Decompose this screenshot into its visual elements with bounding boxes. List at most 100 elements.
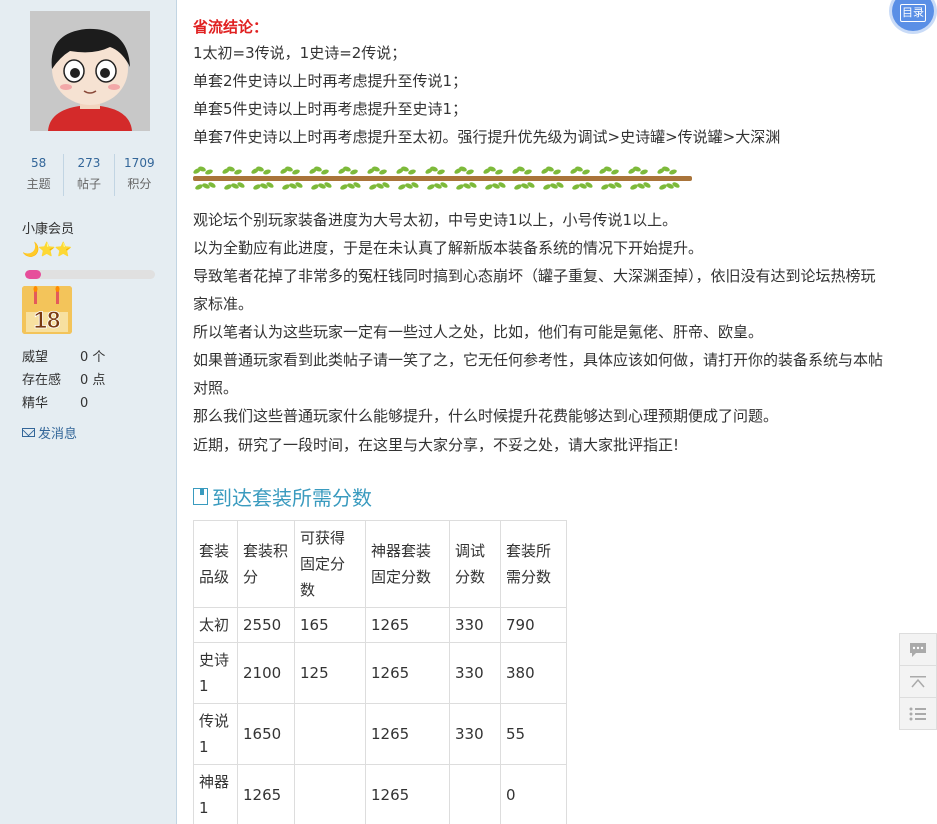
table-cell: 1265: [237, 764, 295, 824]
level-progress-fill: [25, 270, 41, 279]
list-button[interactable]: [899, 697, 937, 730]
table-row: 传说 1 1650 1265 330 55: [193, 703, 567, 765]
table-cell: 太初: [193, 607, 238, 643]
body-line: 对照。: [193, 379, 239, 397]
table-cell: 1265: [365, 764, 450, 824]
vine-leaf: [630, 184, 638, 190]
info-key: 存在感: [22, 373, 62, 388]
body-line: 近期，研究了一段时间，在这里与大家分享，不妥之处，请大家批评指正!: [193, 436, 680, 454]
table-cell: 0: [500, 764, 567, 824]
conclusion-line: 1太初=3传说，1史诗=2传说；: [193, 44, 407, 62]
vine-leaf: [224, 184, 232, 190]
vine-leaf: [514, 184, 522, 190]
table-cell: [294, 703, 366, 765]
comment-icon: [910, 642, 926, 657]
vine-leaf: [311, 184, 319, 190]
info-value: 0: [80, 396, 89, 411]
body-line: 以为全勤应有此进度，于是在未认真了解新版本装备系统的情况下开始提升。: [193, 239, 704, 257]
conclusion-line: 单套7件史诗以上时再考虑提升至太初。强行提升优先级为调试>史诗罐>传说罐>大深渊: [193, 128, 781, 146]
vine-leaf: [456, 184, 464, 190]
table-cell: 传说 1: [193, 703, 238, 765]
vine-leaf: [572, 184, 580, 190]
table-cell: 1265: [365, 642, 450, 704]
vine-leaf: [659, 184, 667, 190]
avatar-cartoon-icon: [30, 11, 150, 131]
table-header-cell: 神器套装 固定分数: [365, 520, 450, 608]
vine-leaf: [427, 184, 435, 190]
vine-leaf: [340, 184, 348, 190]
user-sidebar: 58 主题 273 帖子 1709 积分 小康会员 🌙⭐⭐ 18 威望 0 个: [0, 0, 177, 824]
conclusion-title: 省流结论：: [193, 18, 269, 36]
stat-posts-count: 273: [77, 156, 101, 170]
info-value: 0 个: [80, 350, 106, 365]
vine-leaf: [437, 169, 445, 175]
vine-leaf: [350, 169, 358, 175]
user-group[interactable]: 小康会员: [22, 218, 74, 237]
vine-divider-icon: [193, 166, 692, 190]
vine-leaf: [553, 169, 561, 175]
table-cell: 1265: [365, 607, 450, 643]
vine-leaf: [282, 184, 290, 190]
table-cell: 330: [449, 703, 501, 765]
vine-leaf: [195, 184, 203, 190]
table-cell: 165: [294, 607, 366, 643]
vine-leaf: [408, 169, 416, 175]
body-line: 导致笔者花掉了非常多的冤枉钱同时搞到心态崩坏（罐子重复、大深渊歪掉），依旧没有达…: [193, 267, 876, 285]
toc-label: 目录: [900, 4, 926, 22]
user-info-list: 威望 0 个 存在感 0 点 精华 0: [22, 346, 105, 415]
vine-leaf: [466, 169, 474, 175]
conclusion-line: 单套2件史诗以上时再考虑提升至传说1；: [193, 72, 468, 90]
table-cell: 330: [449, 607, 501, 643]
send-message-link[interactable]: 发消息: [22, 423, 77, 442]
toc-button[interactable]: 目录: [889, 0, 937, 34]
comment-button[interactable]: [899, 633, 937, 666]
table-cell: 史诗 1: [193, 642, 238, 704]
vine-leaf: [601, 184, 609, 190]
birthday-cake-icon: 18: [22, 286, 72, 334]
vine-leaf: [369, 184, 377, 190]
vine-leaf: [398, 184, 406, 190]
vine-leaf: [263, 169, 271, 175]
table-row: 史诗 1 2100 125 1265 330 380: [193, 642, 567, 704]
vine-leaf: [205, 169, 213, 175]
table-header-cell: 套装 品级: [193, 520, 238, 608]
stat-posts[interactable]: 273 帖子: [64, 154, 115, 196]
info-row-presence: 存在感 0 点: [22, 369, 105, 392]
info-value: 0 点: [80, 373, 106, 388]
score-table: 套装 品级 套装积分可获得 固定分数神器套装 固定分数 调试 分数 套装所 需分数 太初 2550 1…: [193, 520, 567, 824]
vine-leaf: [669, 169, 677, 175]
table-header-cell: 调试 分数: [449, 520, 501, 608]
stat-topics[interactable]: 58 主题: [14, 154, 65, 196]
table-cell: 1650: [237, 703, 295, 765]
medal-badge-icon[interactable]: 18: [22, 286, 72, 334]
table-header-row: 套装 品级 套装积分可获得 固定分数神器套装 固定分数 调试 分数 套装所 需分数: [193, 520, 567, 608]
section-heading[interactable]: 到达套装所需分数: [193, 482, 372, 511]
list-icon: [909, 707, 926, 720]
rank-stars-icon: 🌙⭐⭐: [22, 242, 72, 258]
section-heading-text: 到达套装所需分数: [212, 486, 372, 510]
table-row: 太初 2550 165 1265 330 790: [193, 607, 567, 643]
level-progress-bar: [25, 270, 155, 279]
body-line: 那么我们这些普通玩家什么能够提升，什么时候提升花费能够达到心理预期便成了问题。: [193, 407, 779, 425]
table-cell: 790: [500, 607, 567, 643]
avatar[interactable]: [30, 11, 150, 131]
vine-leaf: [379, 169, 387, 175]
vine-leaf: [292, 169, 300, 175]
send-message-label: 发消息: [38, 427, 78, 442]
conclusion-line: 单套5件史诗以上时再考虑提升至史诗1；: [193, 100, 468, 118]
table-cell: 125: [294, 642, 366, 704]
stat-points[interactable]: 1709 积分: [115, 154, 164, 196]
stat-points-label: 积分: [127, 177, 152, 191]
table-header-cell: 套装积分: [237, 520, 295, 608]
body-line: 如果普通玩家看到此类帖子请一笑了之，它无任何参考性，具体应该如何做，请打开你的装…: [193, 351, 884, 369]
info-key: 精华: [22, 396, 49, 411]
info-row-essence: 精华 0: [22, 392, 105, 415]
table-cell: 2550: [237, 607, 295, 643]
stat-posts-label: 帖子: [76, 177, 101, 191]
vine-leaf: [543, 184, 551, 190]
body-line: 所以笔者认为这些玩家一定有一些过人之处，比如，他们有可能是氪佬、肝帝、欧皇。: [193, 323, 764, 341]
vine-leaf: [611, 169, 619, 175]
back-to-top-button[interactable]: [899, 665, 937, 698]
body-line: 观论坛个别玩家装备进度为大号太初，中号史诗1以上，小号传说1以上。: [193, 211, 678, 229]
stat-points-count: 1709: [124, 156, 155, 170]
